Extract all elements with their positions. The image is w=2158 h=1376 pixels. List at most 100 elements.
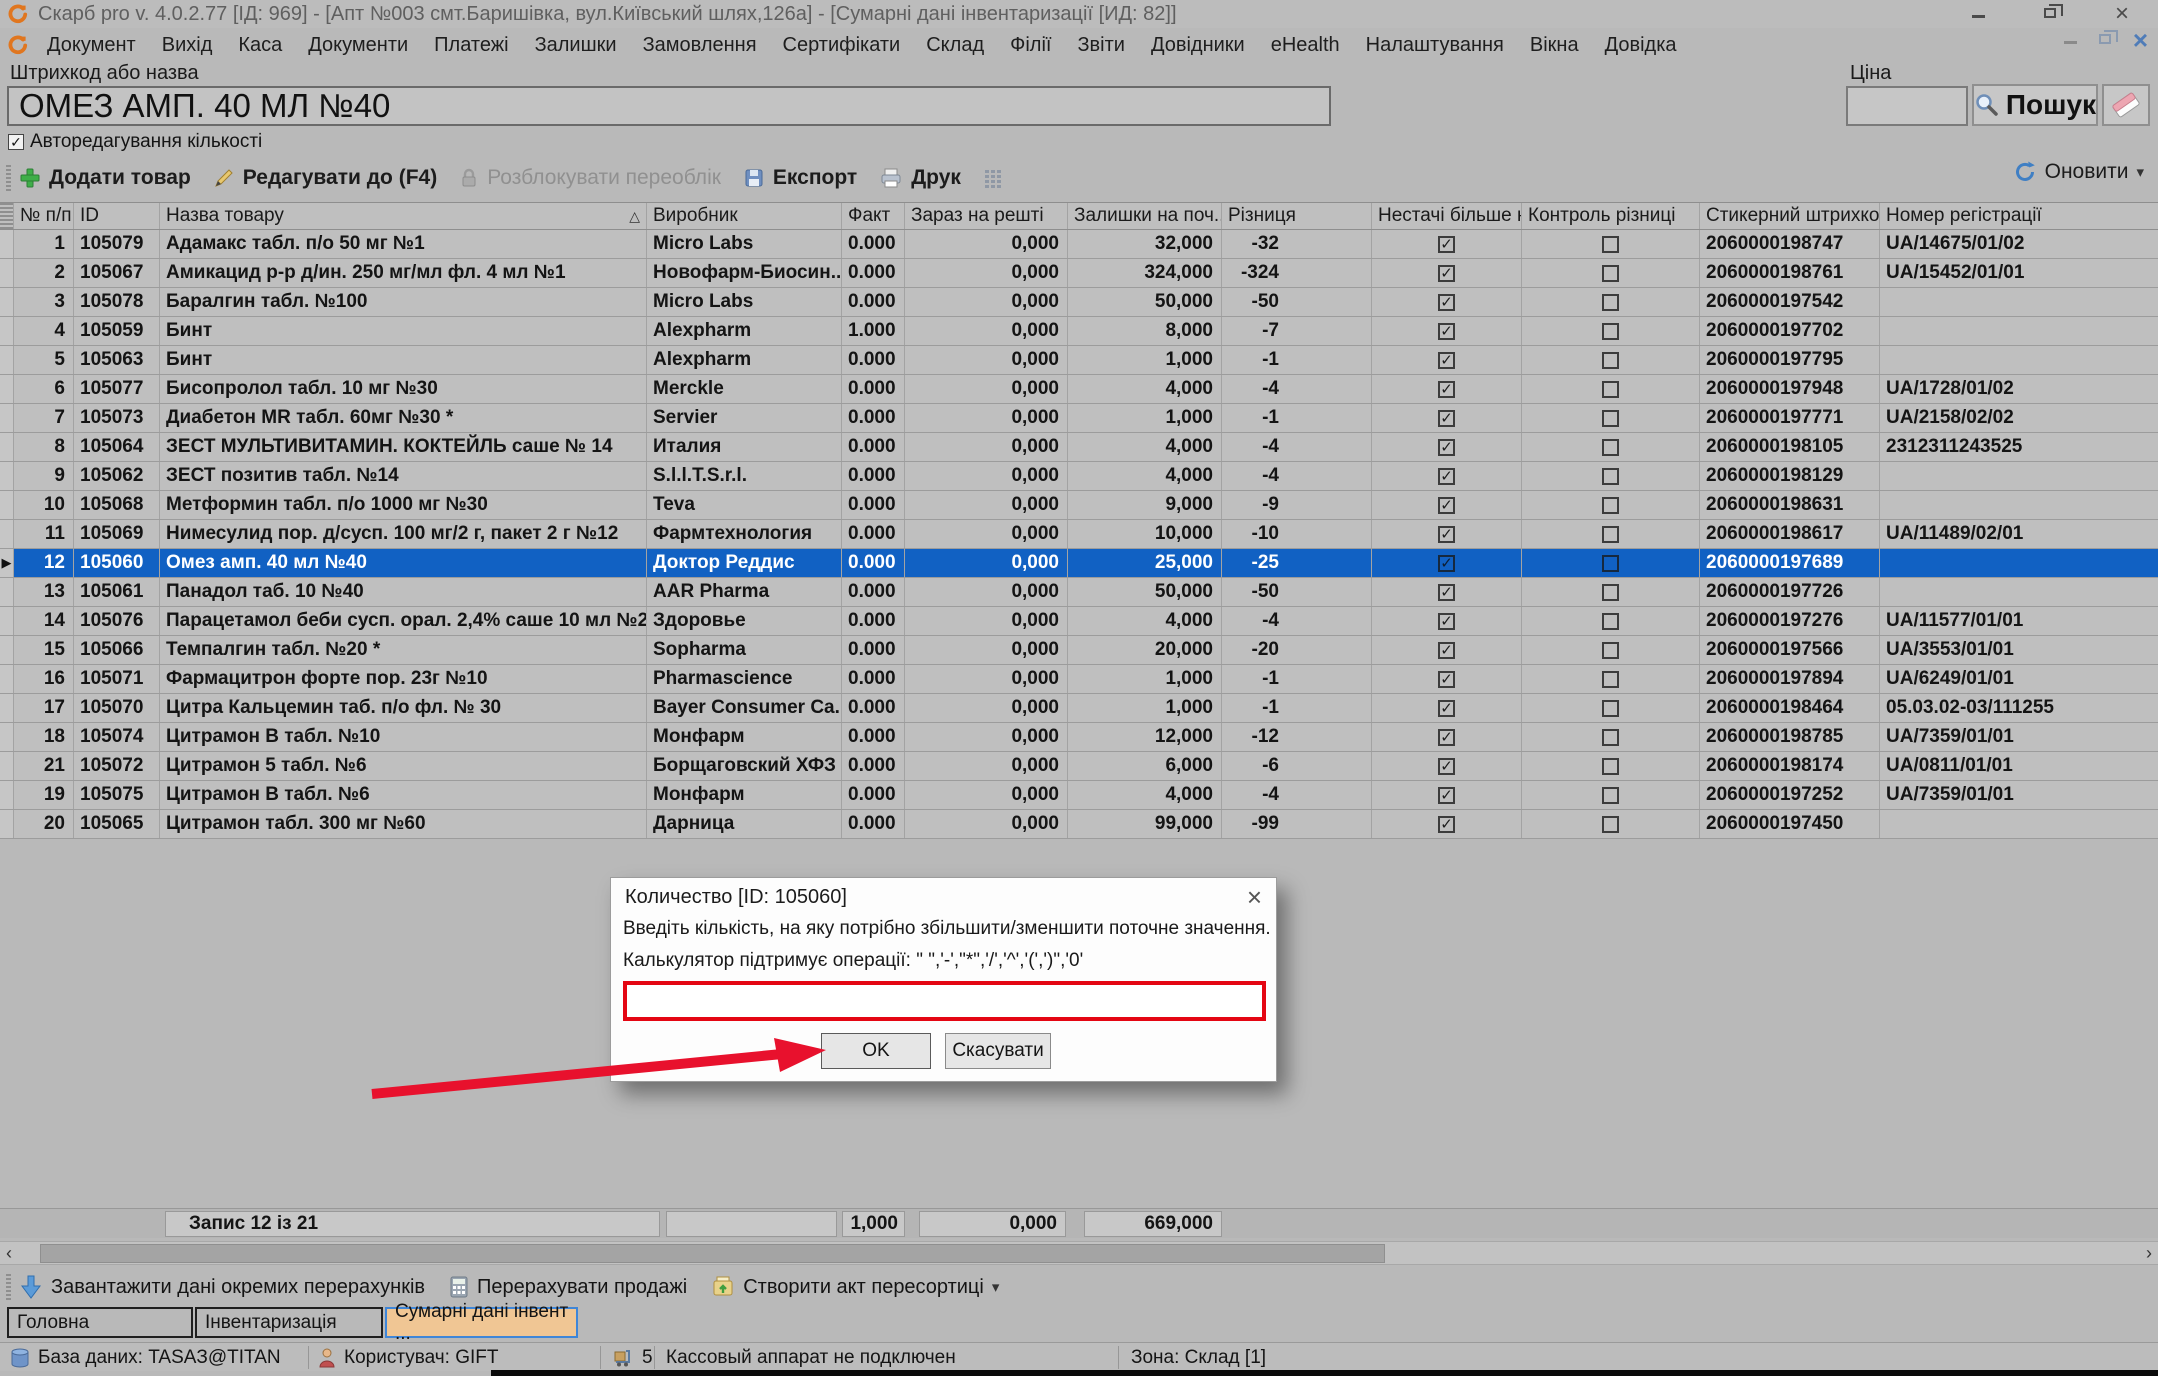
cell-fact[interactable]: 1.000 [842, 317, 905, 345]
cell-begin[interactable]: 324,000 [1068, 259, 1222, 287]
cell-barcode[interactable]: 2060000197542 [1700, 288, 1880, 316]
table-row[interactable]: 3105078Баралгин табл. №100Micro Labs0.00… [0, 288, 2158, 317]
cell-begin[interactable]: 8,000 [1068, 317, 1222, 345]
cell-reg[interactable]: 2312311243525 [1880, 433, 2158, 461]
cell-reg[interactable] [1880, 288, 2158, 316]
cell-now[interactable]: 0,000 [905, 317, 1068, 345]
checkbox-unchecked[interactable] [1602, 497, 1619, 514]
cell-name[interactable]: Парацетамол беби сусп. орал. 2,4% саше 1… [160, 607, 647, 635]
cell-num[interactable]: 6 [14, 375, 74, 403]
refresh-button[interactable]: Оновити ▾ [2013, 160, 2144, 184]
cell-begin[interactable]: 1,000 [1068, 694, 1222, 722]
cell-now[interactable]: 0,000 [905, 607, 1068, 635]
cell-reg[interactable]: UA/2158/02/02 [1880, 404, 2158, 432]
cell-name[interactable]: Диабетон MR табл. 60мг №30 * [160, 404, 647, 432]
cell-fact[interactable]: 0.000 [842, 781, 905, 809]
menu-item-звіти[interactable]: Звіти [1064, 34, 1137, 57]
cell-id[interactable]: 105059 [74, 317, 160, 345]
cell-barcode[interactable]: 2060000197689 [1700, 549, 1880, 577]
cell-id[interactable]: 105076 [74, 607, 160, 635]
scrollbar-thumb[interactable] [40, 1244, 1385, 1263]
cell-id[interactable]: 105078 [74, 288, 160, 316]
column-header-now[interactable]: Зараз на решті [905, 203, 1068, 229]
cell-reg[interactable]: UA/1728/01/02 [1880, 375, 2158, 403]
cell-num[interactable]: 8 [14, 433, 74, 461]
cell-name[interactable]: Цитрамон В табл. №6 [160, 781, 647, 809]
cell-begin[interactable]: 1,000 [1068, 346, 1222, 374]
cell-diff[interactable]: -4 [1222, 433, 1372, 461]
cell-name[interactable]: Омез амп. 40 мл №40 [160, 549, 647, 577]
table-row[interactable]: 8105064ЗЕСТ МУЛЬТИВИТАМИН. КОКТЕЙЛЬ саше… [0, 433, 2158, 462]
autoedit-checkbox[interactable]: ✓ [8, 134, 24, 150]
cell-diff[interactable]: -1 [1222, 404, 1372, 432]
checkbox-checked[interactable]: ✓ [1438, 671, 1455, 688]
checkbox-checked[interactable]: ✓ [1438, 439, 1455, 456]
cell-reg[interactable] [1880, 462, 2158, 490]
unlock-recount-button[interactable]: Розблокувати переоблік [459, 166, 721, 190]
cell-name[interactable]: Нимесулид пор. д/сусп. 100 мг/2 г, пакет… [160, 520, 647, 548]
dialog-close-icon[interactable]: × [1247, 887, 1262, 907]
cell-now[interactable]: 0,000 [905, 375, 1068, 403]
refresh-dropdown-icon[interactable]: ▾ [2136, 163, 2144, 181]
cell-fact[interactable]: 0.000 [842, 375, 905, 403]
cell-now[interactable]: 0,000 [905, 665, 1068, 693]
cell-begin[interactable]: 99,000 [1068, 810, 1222, 838]
checkbox-unchecked[interactable] [1602, 468, 1619, 485]
cell-barcode[interactable]: 2060000197276 [1700, 607, 1880, 635]
column-header-id[interactable]: ID [74, 203, 160, 229]
cell-now[interactable]: 0,000 [905, 230, 1068, 258]
cell-fact[interactable]: 0.000 [842, 433, 905, 461]
cell-barcode[interactable]: 2060000198464 [1700, 694, 1880, 722]
table-row[interactable]: 5105063БинтAlexpharm0.0000,0001,000-1✓20… [0, 346, 2158, 375]
checkbox-checked[interactable]: ✓ [1438, 381, 1455, 398]
cell-fact[interactable]: 0.000 [842, 259, 905, 287]
menu-item-вікна[interactable]: Вікна [1517, 34, 1592, 57]
table-row[interactable]: 18105074Цитрамон В табл. №10Монфарм0.000… [0, 723, 2158, 752]
checkbox-checked[interactable]: ✓ [1438, 729, 1455, 746]
cell-name[interactable]: Адамакс табл. п/о 50 мг №1 [160, 230, 647, 258]
checkbox-checked[interactable]: ✓ [1438, 816, 1455, 833]
cell-now[interactable]: 0,000 [905, 520, 1068, 548]
cancel-button[interactable]: Скасувати [945, 1033, 1051, 1069]
cell-begin[interactable]: 9,000 [1068, 491, 1222, 519]
close-button[interactable]: × [2086, 4, 2158, 24]
cell-fact[interactable]: 0.000 [842, 636, 905, 664]
checkbox-unchecked[interactable] [1602, 294, 1619, 311]
cell-num[interactable]: 19 [14, 781, 74, 809]
cell-diff[interactable]: -12 [1222, 723, 1372, 751]
cell-now[interactable]: 0,000 [905, 781, 1068, 809]
checkbox-checked[interactable]: ✓ [1438, 555, 1455, 572]
cell-fact[interactable]: 0.000 [842, 404, 905, 432]
mdi-close-button[interactable]: × [2133, 30, 2148, 50]
column-header-barcode[interactable]: Стикерний штрихкод [1700, 203, 1880, 229]
cell-diff[interactable]: -50 [1222, 578, 1372, 606]
checkbox-unchecked[interactable] [1602, 700, 1619, 717]
cell-name[interactable]: Темпалгин табл. №20 * [160, 636, 647, 664]
cell-fact[interactable]: 0.000 [842, 752, 905, 780]
cell-now[interactable]: 0,000 [905, 636, 1068, 664]
cell-num[interactable]: 20 [14, 810, 74, 838]
menu-item-налаштування[interactable]: Налаштування [1353, 34, 1517, 57]
cell-diff[interactable]: -20 [1222, 636, 1372, 664]
cell-barcode[interactable]: 2060000198631 [1700, 491, 1880, 519]
cell-fact[interactable]: 0.000 [842, 462, 905, 490]
table-row[interactable]: 17105070Цитра Кальцемин таб. п/о фл. № 3… [0, 694, 2158, 723]
cell-reg[interactable]: UA/7359/01/01 [1880, 781, 2158, 809]
menu-item-залишки[interactable]: Залишки [522, 34, 630, 57]
menu-item-документи[interactable]: Документи [295, 34, 421, 57]
table-row[interactable]: 21105072Цитрамон 5 табл. №6Борщаговский … [0, 752, 2158, 781]
cell-name[interactable]: Бинт [160, 346, 647, 374]
cell-begin[interactable]: 6,000 [1068, 752, 1222, 780]
price-input[interactable] [1846, 86, 1968, 126]
checkbox-unchecked[interactable] [1602, 526, 1619, 543]
cell-diff[interactable]: -4 [1222, 375, 1372, 403]
cell-id[interactable]: 105063 [74, 346, 160, 374]
cell-now[interactable]: 0,000 [905, 549, 1068, 577]
cell-id[interactable]: 105060 [74, 549, 160, 577]
checkbox-checked[interactable]: ✓ [1438, 352, 1455, 369]
cell-id[interactable]: 105077 [74, 375, 160, 403]
cell-maker[interactable]: Merckle [647, 375, 842, 403]
cell-now[interactable]: 0,000 [905, 259, 1068, 287]
cell-reg[interactable]: UA/3553/01/01 [1880, 636, 2158, 664]
cell-now[interactable]: 0,000 [905, 723, 1068, 751]
